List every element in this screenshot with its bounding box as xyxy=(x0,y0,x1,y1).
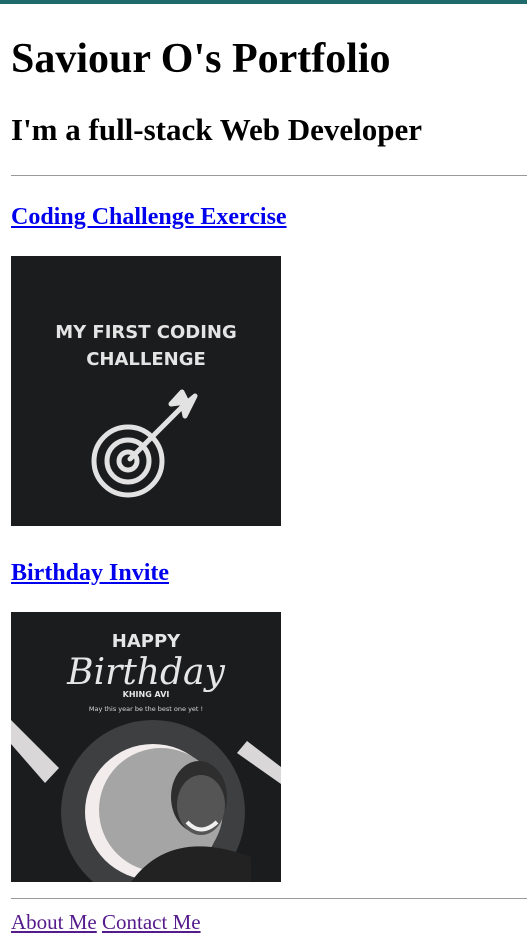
coding-challenge-graphic: MY FIRST CODING CHALLENGE xyxy=(55,322,237,498)
project-heading-coding: Coding Challenge Exercise xyxy=(11,203,287,231)
divider-bottom xyxy=(11,898,527,899)
about-me-link[interactable]: About Me xyxy=(11,910,97,934)
divider-top xyxy=(11,175,527,176)
happy-text: HAPPY xyxy=(112,631,181,652)
invitee-name: KHING AVI xyxy=(123,690,170,699)
page-title: Saviour O's Portfolio xyxy=(11,36,391,82)
top-accent-bar xyxy=(0,0,527,4)
birthday-invite-link[interactable]: Birthday Invite xyxy=(11,560,169,586)
decor-stripe-left xyxy=(11,720,59,783)
page-subtitle: I'm a full-stack Web Developer xyxy=(11,112,423,147)
image-caption-line2: CHALLENGE xyxy=(86,349,206,370)
coding-challenge-image: MY FIRST CODING CHALLENGE xyxy=(11,256,281,526)
coding-challenge-link[interactable]: Coding Challenge Exercise xyxy=(11,204,287,230)
birthday-invite-image: HAPPY Birthday KHING AVI May this year b… xyxy=(11,612,281,882)
project-heading-birthday: Birthday Invite xyxy=(11,559,169,587)
contact-me-link[interactable]: Contact Me xyxy=(102,910,201,934)
target-arrow-icon xyxy=(91,389,198,498)
birthday-script-text: Birthday xyxy=(66,652,225,693)
footer-nav: About Me Contact Me xyxy=(11,909,201,935)
birthday-invite-graphic: HAPPY Birthday KHING AVI May this year b… xyxy=(11,631,281,882)
image-caption-line1: MY FIRST CODING xyxy=(55,322,237,343)
decor-stripe-right xyxy=(237,741,281,784)
birthday-tagline: May this year be the best one yet ! xyxy=(89,705,203,713)
